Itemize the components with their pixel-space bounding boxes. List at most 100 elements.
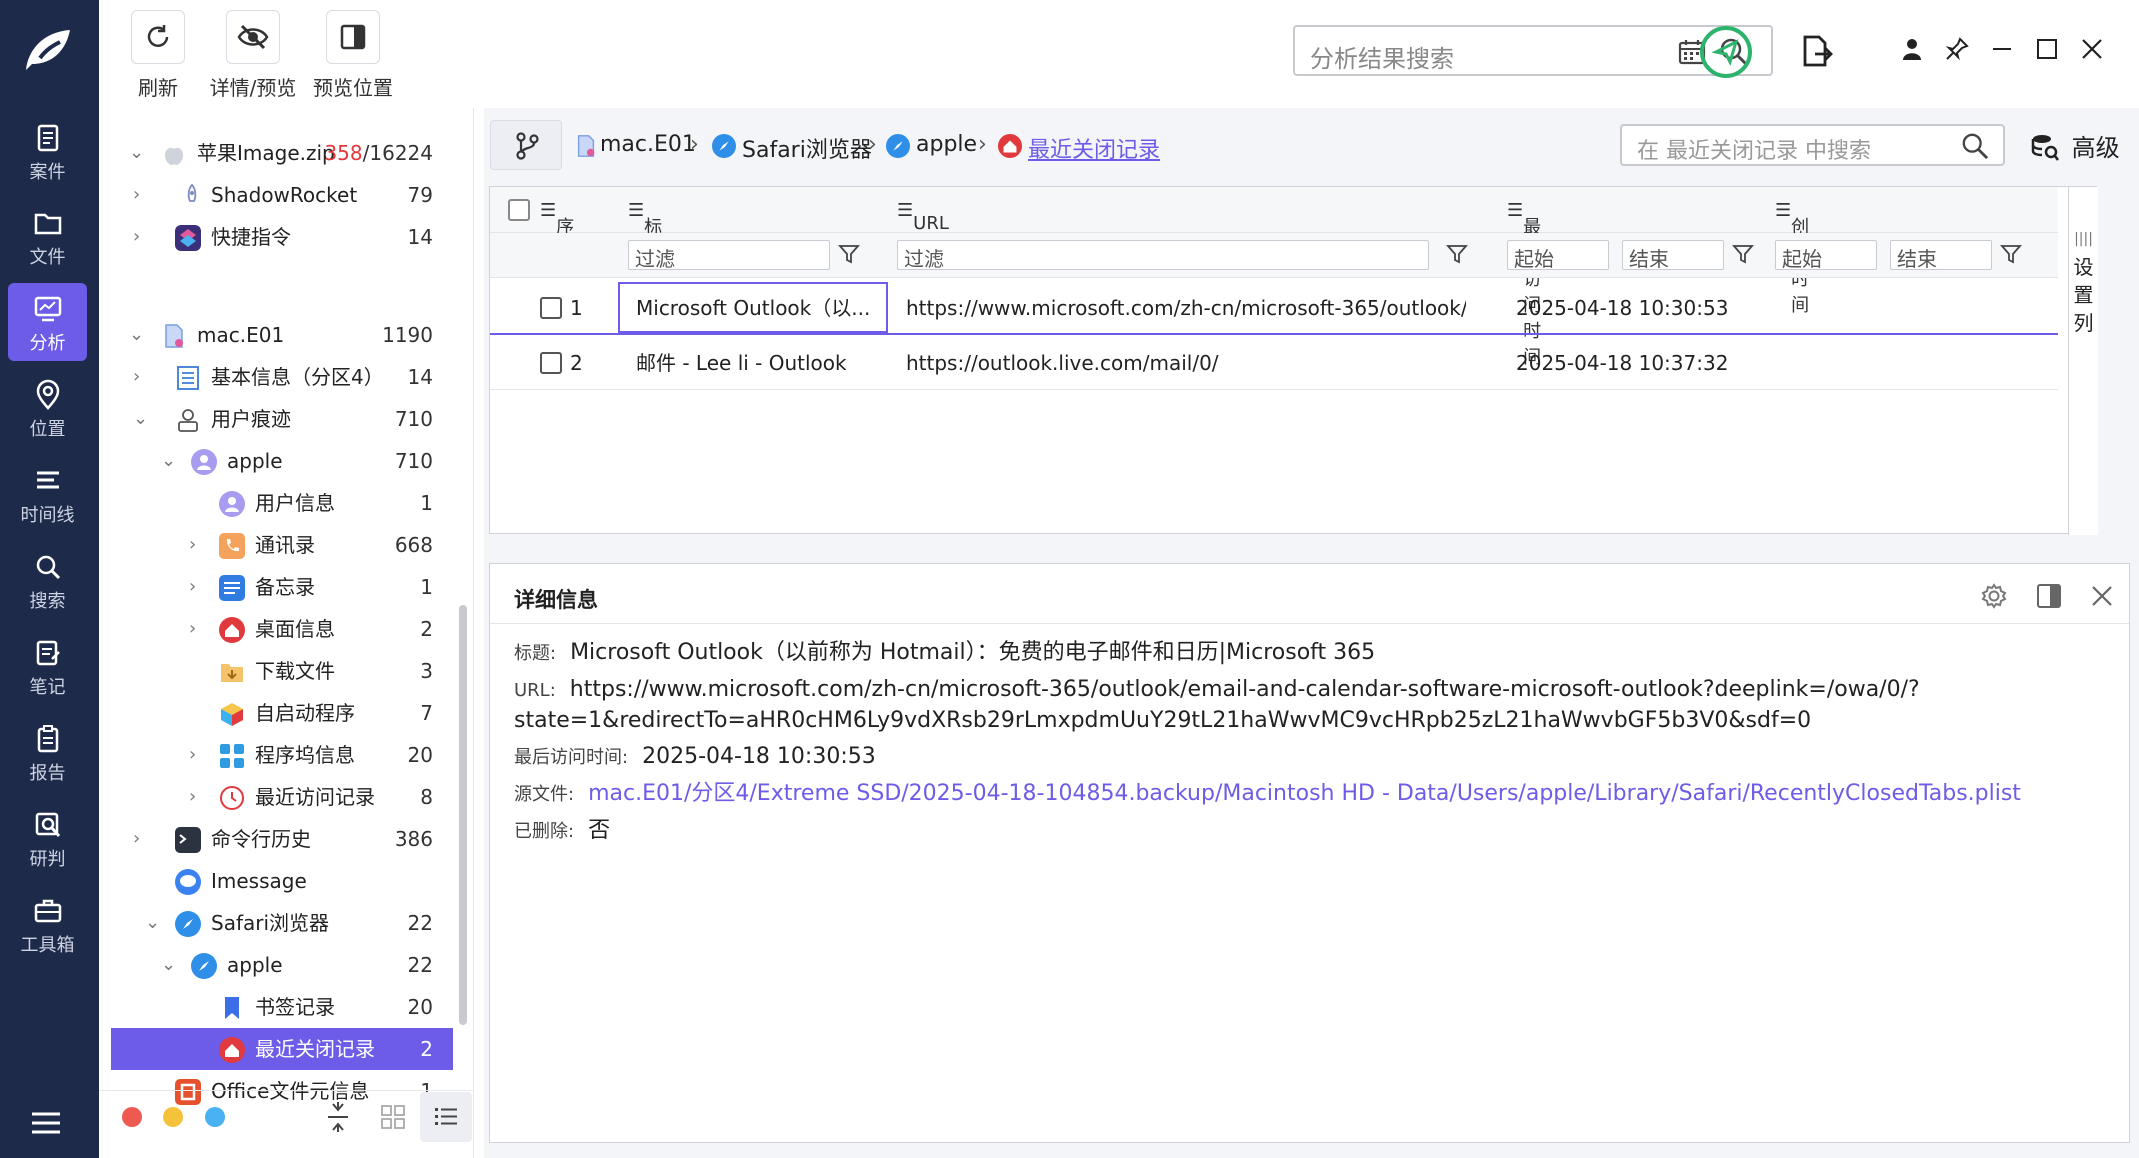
- detail-preview-button[interactable]: 详情/预览: [203, 10, 303, 101]
- table-row[interactable]: 1 Microsoft Outlook（以... https://www.mic…: [490, 282, 2058, 335]
- crumb-safari[interactable]: Safari浏览器: [742, 132, 872, 164]
- table-row[interactable]: 2 邮件 - Lee li - Outlook https://outlook.…: [490, 337, 2058, 390]
- filter-icon[interactable]: [1732, 243, 1754, 265]
- tree-item-cmd-history[interactable]: › 命令行历史 386: [111, 818, 453, 860]
- tree-item-safari-apple[interactable]: ⌄ apple 22: [111, 944, 453, 986]
- chevron-right-icon[interactable]: ›: [189, 524, 209, 566]
- created-end-input[interactable]: 结束: [1890, 240, 1992, 271]
- list-view-button[interactable]: [420, 1092, 472, 1142]
- created-start-input[interactable]: 起始: [1775, 240, 1877, 271]
- close-icon[interactable]: [2079, 36, 2105, 62]
- menu-icon[interactable]: [30, 1110, 62, 1136]
- tree-item-dock[interactable]: › 程序坞信息 20: [111, 734, 453, 776]
- col-created-header[interactable]: ☰ 创建时间: [1775, 200, 1809, 316]
- nav-case[interactable]: 案件: [8, 112, 87, 190]
- grid-view-icon[interactable]: [380, 1104, 406, 1130]
- url-filter-input[interactable]: 过滤: [897, 240, 1429, 271]
- col-url-header[interactable]: ☰ URL: [897, 200, 949, 234]
- nav-file[interactable]: 文件: [8, 197, 87, 275]
- tree-item-downloads[interactable]: 下载文件 3: [111, 650, 453, 692]
- chevron-down-icon[interactable]: ⌄: [129, 314, 149, 356]
- col-index-header[interactable]: ☰ 序号: [540, 200, 574, 264]
- nav-label: 时间线: [20, 505, 75, 526]
- filter-icon[interactable]: [1446, 243, 1468, 265]
- chevron-right-icon[interactable]: ›: [133, 174, 153, 216]
- col-last-visit-header[interactable]: ☰ 最后访问时间: [1507, 200, 1541, 368]
- nav-search[interactable]: 搜索: [8, 541, 87, 619]
- tree-item-bookmarks[interactable]: 书签记录 20: [111, 986, 453, 1028]
- split-panel-icon[interactable]: [2035, 582, 2063, 610]
- nav-note[interactable]: 笔记: [8, 627, 87, 705]
- last-visit-end-input[interactable]: 结束: [1622, 240, 1724, 271]
- crumb-mac-e01[interactable]: mac.E01: [600, 132, 696, 157]
- chevron-down-icon[interactable]: ⌄: [145, 902, 165, 944]
- tree-item-mac-e01[interactable]: ⌄ mac.E01 1190: [111, 314, 453, 356]
- crumb-apple[interactable]: apple: [916, 132, 977, 157]
- yellow-dot-filter[interactable]: [163, 1107, 183, 1127]
- tree-scrollbar[interactable]: [459, 605, 467, 1025]
- tree-item-safari[interactable]: ⌄ Safari浏览器 22: [111, 902, 453, 944]
- tree-item-contacts[interactable]: › 通讯录 668: [111, 524, 453, 566]
- title-filter-input[interactable]: 过滤: [628, 240, 830, 271]
- filter-icon[interactable]: [2000, 243, 2022, 265]
- tree-item-memo[interactable]: › 备忘录 1: [111, 566, 453, 608]
- chevron-down-icon[interactable]: ⌄: [161, 440, 181, 482]
- export-icon[interactable]: [1799, 34, 1833, 68]
- tree-item-imessage[interactable]: Imessage: [111, 860, 453, 902]
- chevron-down-icon[interactable]: ⌄: [133, 398, 153, 440]
- search-icon[interactable]: [1961, 132, 1989, 160]
- tree-item-autostart[interactable]: 自启动程序 7: [111, 692, 453, 734]
- refresh-button[interactable]: 刷新: [131, 10, 185, 101]
- maximize-icon[interactable]: [2034, 36, 2060, 62]
- nav-report[interactable]: 报告: [8, 713, 87, 791]
- tree-item-shortcuts[interactable]: › 快捷指令 14: [111, 216, 453, 258]
- row-checkbox[interactable]: [540, 352, 562, 374]
- tree-item-basic-info[interactable]: › 基本信息（分区4） 14: [111, 356, 453, 398]
- tree-item-user-info[interactable]: 用户信息 1: [111, 482, 453, 524]
- select-all-checkbox[interactable]: [508, 199, 530, 221]
- send-status-button[interactable]: [1700, 26, 1752, 78]
- chevron-right-icon[interactable]: ›: [189, 734, 209, 776]
- chevron-right-icon[interactable]: ›: [133, 356, 153, 398]
- row-checkbox[interactable]: [540, 297, 562, 319]
- nav-toolbox[interactable]: 工具箱: [8, 885, 87, 963]
- minimize-icon[interactable]: [1989, 36, 2015, 62]
- red-dot-filter[interactable]: [122, 1107, 142, 1127]
- set-columns-button[interactable]: |||| 设置列: [2068, 187, 2098, 535]
- chevron-down-icon[interactable]: ⌄: [129, 132, 149, 174]
- tree-item-user-traces[interactable]: ⌄ 用户痕迹 710: [111, 398, 453, 440]
- tree-item-desktop-info[interactable]: › 桌面信息 2: [111, 608, 453, 650]
- tree-item-recent-access[interactable]: › 最近访问记录 8: [111, 776, 453, 818]
- blue-dot-filter[interactable]: [205, 1107, 225, 1127]
- tree-item-recently-closed[interactable]: 最近关闭记录 2: [111, 1028, 453, 1070]
- clock-icon: [220, 786, 244, 810]
- col-title-header[interactable]: ☰ 标题: [628, 200, 662, 264]
- nav-location[interactable]: 位置: [8, 369, 87, 447]
- nav-judge[interactable]: 研判: [8, 799, 87, 877]
- close-icon[interactable]: [2088, 582, 2116, 610]
- last-visit-start-input[interactable]: 起始: [1507, 240, 1609, 271]
- chevron-right-icon[interactable]: ›: [189, 776, 209, 818]
- tree-item-apple-image[interactable]: ⌄ 苹果Image.zip 358/16224: [111, 132, 453, 174]
- chevron-down-icon[interactable]: ⌄: [161, 944, 181, 986]
- advanced-search-button[interactable]: 高级: [2030, 128, 2120, 163]
- source-file-link[interactable]: mac.E01/分区4/Extreme SSD/2025-04-18-10485…: [588, 781, 2021, 806]
- chevron-right-icon[interactable]: ›: [189, 566, 209, 608]
- preview-position-button[interactable]: 预览位置: [303, 10, 403, 101]
- pin-icon[interactable]: [1944, 36, 1970, 62]
- filter-icon[interactable]: [838, 243, 860, 265]
- collapse-icon[interactable]: [324, 1100, 352, 1134]
- in-view-search-input[interactable]: 在 最近关闭记录 中搜索: [1620, 124, 2005, 166]
- detail-url-value: https://www.microsoft.com/zh-cn/microsof…: [569, 677, 1920, 702]
- nav-analysis[interactable]: 分析: [8, 283, 87, 361]
- chevron-right-icon[interactable]: ›: [133, 818, 153, 860]
- tree-item-apple-user[interactable]: ⌄ apple 710: [111, 440, 453, 482]
- chevron-right-icon[interactable]: ›: [189, 608, 209, 650]
- nav-timeline[interactable]: 时间线: [8, 455, 87, 533]
- crumb-recently-closed[interactable]: 最近关闭记录: [1028, 132, 1160, 164]
- branch-button[interactable]: [490, 120, 562, 170]
- gear-icon[interactable]: [1980, 582, 2008, 610]
- user-icon[interactable]: [1899, 36, 1925, 62]
- chevron-right-icon[interactable]: ›: [133, 216, 153, 258]
- tree-item-shadowrocket[interactable]: › ShadowRocket 79: [111, 174, 453, 216]
